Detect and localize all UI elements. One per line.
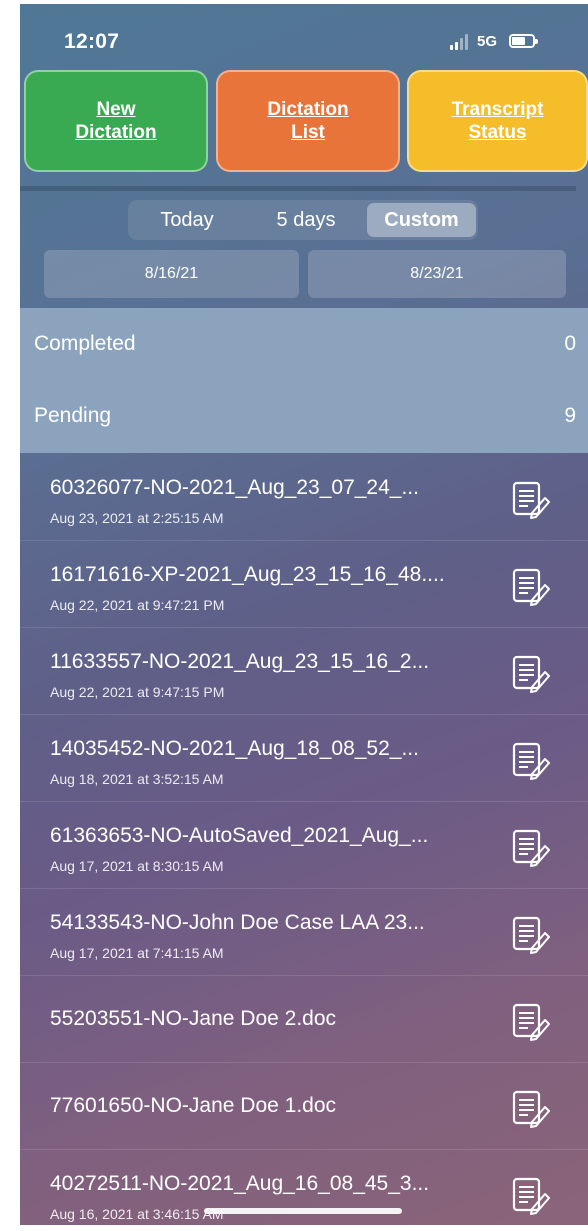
item-title: 16171616-XP-2021_Aug_23_15_16_48.... — [50, 563, 445, 586]
segment-today[interactable]: Today — [128, 203, 246, 237]
item-date: Aug 23, 2021 at 2:25:15 AM — [50, 510, 224, 526]
transcript-edit-icon[interactable] — [512, 1176, 550, 1216]
list-item[interactable]: 55203551-NO-Jane Doe 2.doc — [20, 976, 588, 1063]
dictation-list-screen: 12:07 5G New Dictation Dictation List Tr… — [20, 4, 588, 1225]
item-title: 14035452-NO-2021_Aug_18_08_52_... — [50, 737, 419, 760]
item-title: 60326077-NO-2021_Aug_23_07_24_... — [50, 476, 419, 499]
status-time: 12:07 — [64, 30, 120, 53]
item-date: Aug 22, 2021 at 9:47:21 PM — [50, 597, 225, 613]
list-item[interactable]: 54133543-NO-John Doe Case LAA 23... Aug 1… — [20, 889, 588, 976]
transcript-edit-icon[interactable] — [512, 480, 550, 520]
dictation-list-button[interactable]: Dictation List — [216, 70, 400, 172]
item-title: 40272511-NO-2021_Aug_16_08_45_3... — [50, 1172, 430, 1195]
list-item[interactable]: 16171616-XP-2021_Aug_23_15_16_48.... Aug … — [20, 541, 588, 628]
dictation-list: 60326077-NO-2021_Aug_23_07_24_... Aug 23,… — [20, 454, 588, 1225]
item-title: 54133543-NO-John Doe Case LAA 23... — [50, 911, 425, 934]
list-item[interactable]: 11633557-NO-2021_Aug_23_15_16_2... Aug 22… — [20, 628, 588, 715]
item-title: 11633557-NO-2021_Aug_23_15_16_2... — [50, 650, 430, 673]
transcript-edit-icon[interactable] — [512, 567, 550, 607]
dictation-list-label: Dictation List — [267, 99, 349, 143]
transcript-edit-icon[interactable] — [512, 741, 550, 781]
transcript-status-label: Transcript Status — [451, 99, 544, 143]
segment-5-days[interactable]: 5 days — [248, 203, 364, 237]
transcript-edit-icon[interactable] — [512, 1002, 550, 1042]
list-item[interactable]: 61363653-NO-AutoSaved_2021_Aug_... Aug 17… — [20, 802, 588, 889]
item-date: Aug 18, 2021 at 3:52:15 AM — [50, 771, 224, 787]
end-date-picker[interactable]: 8/23/21 — [308, 250, 566, 298]
item-title: 61363653-NO-AutoSaved_2021_Aug_... — [50, 824, 429, 847]
pending-section[interactable]: Pending 9 — [20, 380, 588, 450]
transcript-edit-icon[interactable] — [512, 915, 550, 955]
list-item[interactable]: 77601650-NO-Jane Doe 1.doc — [20, 1063, 588, 1150]
new-dictation-label: New Dictation — [75, 99, 157, 143]
transcript-edit-icon[interactable] — [512, 828, 550, 868]
start-date-picker[interactable]: 8/16/21 — [44, 250, 299, 298]
item-date: Aug 22, 2021 at 9:47:15 PM — [50, 684, 225, 700]
network-type: 5G — [477, 33, 498, 50]
transcript-edit-icon[interactable] — [512, 1089, 550, 1129]
left-margin — [0, 0, 20, 1231]
completed-section[interactable]: Completed 0 — [20, 308, 588, 378]
transcript-edit-icon[interactable] — [512, 654, 550, 694]
home-indicator[interactable] — [204, 1208, 402, 1214]
pending-label: Pending — [34, 404, 112, 427]
segment-custom[interactable]: Custom — [367, 203, 476, 237]
signal-icon — [450, 34, 472, 50]
item-date: Aug 17, 2021 at 7:41:15 AM — [50, 945, 224, 961]
date-range-segmented-control: Today 5 days Custom — [128, 200, 478, 240]
transcript-status-button[interactable]: Transcript Status — [407, 70, 588, 172]
pending-count: 9 — [564, 404, 576, 427]
new-dictation-button[interactable]: New Dictation — [24, 70, 208, 172]
item-title: 77601650-NO-Jane Doe 1.doc — [50, 1094, 337, 1117]
header-divider — [20, 186, 576, 191]
item-title: 55203551-NO-Jane Doe 2.doc — [50, 1007, 337, 1030]
list-item[interactable]: 60326077-NO-2021_Aug_23_07_24_... Aug 23,… — [20, 454, 588, 541]
battery-icon — [509, 34, 538, 48]
item-date: Aug 16, 2021 at 3:46:15 AM — [50, 1206, 224, 1222]
completed-count: 0 — [564, 332, 576, 355]
status-bar: 12:07 5G — [20, 4, 588, 68]
item-date: Aug 17, 2021 at 8:30:15 AM — [50, 858, 224, 874]
list-item[interactable]: 14035452-NO-2021_Aug_18_08_52_... Aug 18,… — [20, 715, 588, 802]
completed-label: Completed — [34, 332, 136, 355]
